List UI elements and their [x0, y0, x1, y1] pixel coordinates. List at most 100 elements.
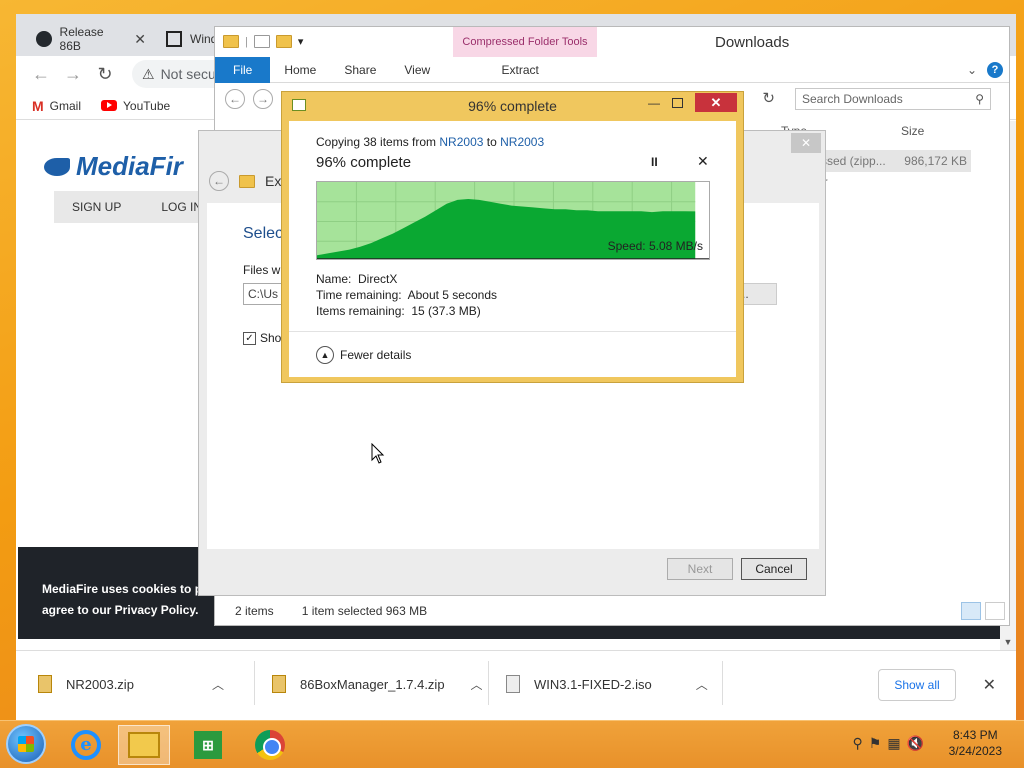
wizard-header: ← Ext: [209, 171, 285, 191]
help-icon[interactable]: ?: [987, 61, 1003, 78]
checkbox-checked-icon[interactable]: ✓: [243, 331, 256, 345]
maximize-icon[interactable]: [672, 98, 683, 108]
show-files-checkbox[interactable]: ✓ Sho: [243, 331, 281, 345]
time-value: About 5 seconds: [407, 288, 498, 302]
view-switcher: [961, 602, 1009, 620]
divider: |: [245, 35, 248, 48]
search-input[interactable]: Search Downloads ⚲: [795, 88, 991, 110]
summary-prefix: Copying 38 items from: [316, 135, 440, 149]
internet-explorer-button[interactable]: e: [60, 725, 112, 765]
tab-release[interactable]: Release 86B ✕: [26, 22, 156, 56]
chevron-up-icon[interactable]: ︿: [212, 676, 224, 693]
divider: [488, 661, 489, 705]
download-item[interactable]: NR2003.zip ︿: [38, 669, 224, 699]
new-folder-icon[interactable]: [275, 35, 292, 48]
folder-icon: [223, 35, 239, 48]
minimize-icon[interactable]: —: [648, 96, 660, 110]
institution-icon: [166, 31, 182, 47]
search-icon: ⚲: [975, 92, 984, 106]
log-in-link[interactable]: LOG IN: [161, 200, 202, 214]
ribbon-tabs: File Home Share View Extract ⌄ ?: [215, 56, 1009, 83]
fewer-details-toggle[interactable]: ▲ Fewer details: [316, 346, 411, 364]
file-row[interactable]: ssed (zipp... 986,172 KB: [817, 150, 971, 172]
security-label: Not secu: [160, 66, 216, 82]
download-name: WIN3.1-FIXED-2.iso: [534, 676, 652, 692]
store-button[interactable]: ⊞: [182, 725, 234, 765]
name-value: DirectX: [358, 272, 398, 286]
cancel-copy-icon[interactable]: ✕: [697, 153, 709, 170]
divider: [722, 661, 723, 705]
tab-extract[interactable]: Extract: [450, 57, 590, 83]
mediafire-flame-icon: [44, 157, 70, 176]
sign-up-link[interactable]: SIGN UP: [72, 200, 121, 214]
context-tab-compressed[interactable]: Compressed Folder Tools: [453, 27, 597, 57]
search-placeholder: Search Downloads: [802, 92, 903, 106]
details-view-icon[interactable]: [961, 602, 981, 620]
chevron-up-icon[interactable]: ︿: [471, 676, 483, 693]
items-label: Items remaining:: [316, 304, 405, 318]
taskbar: e ⊞ ⚲ ⚑ ▦ 🔇 8:43 PM 3/24/2023: [0, 720, 1024, 768]
cookie-text-line2[interactable]: agree to our Privacy Policy.: [42, 603, 199, 617]
close-icon[interactable]: ✕: [791, 133, 821, 153]
tab-share[interactable]: Share: [330, 57, 390, 83]
column-header-size[interactable]: Size: [901, 124, 924, 138]
next-button[interactable]: Next: [667, 558, 733, 580]
expand-ribbon-icon[interactable]: ⌄: [967, 63, 977, 77]
start-button[interactable]: [6, 724, 46, 764]
row-type: ssed (zipp...: [821, 154, 886, 168]
name-info: Name: DirectX: [316, 272, 397, 286]
tab-home[interactable]: Home: [270, 57, 330, 83]
zip-file-icon: [272, 675, 286, 693]
back-arrow-icon[interactable]: ←: [225, 89, 245, 109]
checkbox-label: Sho: [260, 331, 282, 345]
name-label: Name:: [316, 272, 352, 286]
bookmark-youtube[interactable]: YouTube: [101, 99, 170, 113]
network-icon[interactable]: ▦: [887, 735, 900, 752]
back-arrow-icon[interactable]: ←: [209, 171, 229, 191]
destination-folder-link[interactable]: NR2003: [500, 135, 544, 149]
download-item[interactable]: WIN3.1-FIXED-2.iso ︿: [506, 669, 708, 699]
forward-arrow-icon[interactable]: →: [253, 89, 273, 109]
search-icon[interactable]: ⚲: [853, 735, 863, 752]
file-explorer-icon: [128, 732, 160, 758]
system-tray: ⚲ ⚑ ▦ 🔇: [853, 735, 925, 752]
wizard-heading: Selec: [243, 225, 284, 242]
scroll-down-arrow-icon[interactable]: ▼: [1000, 634, 1016, 650]
file-explorer-button[interactable]: [118, 725, 170, 765]
close-icon[interactable]: ✕: [983, 675, 996, 695]
source-folder-link[interactable]: NR2003: [439, 135, 483, 149]
customize-arrow-icon[interactable]: ▾: [298, 35, 304, 48]
refresh-icon[interactable]: ↻: [762, 89, 775, 107]
reload-icon[interactable]: ↻: [94, 64, 116, 85]
items-info: Items remaining: 15 (37.3 MB): [316, 304, 481, 318]
pause-icon[interactable]: II: [651, 155, 658, 169]
mediafire-logo[interactable]: MediaFir: [44, 151, 183, 182]
back-arrow-icon[interactable]: ←: [30, 64, 52, 85]
dialog-titlebar: 96% complete — ✕: [282, 92, 743, 120]
tab-view[interactable]: View: [390, 57, 444, 83]
flag-icon[interactable]: ⚑: [869, 735, 882, 752]
copy-summary: Copying 38 items from NR2003 to NR2003: [316, 135, 544, 149]
download-item[interactable]: 86BoxManager_1.7.4.zip ︿: [272, 669, 483, 699]
warning-icon: ⚠: [142, 65, 155, 82]
forward-arrow-icon[interactable]: →: [62, 64, 84, 85]
clock[interactable]: 8:43 PM 3/24/2023: [949, 727, 1002, 759]
close-icon[interactable]: ✕: [695, 93, 737, 112]
properties-icon[interactable]: [253, 35, 270, 48]
show-all-button[interactable]: Show all: [878, 669, 956, 701]
cookie-text-line1: MediaFire uses cookies to pr: [42, 582, 207, 596]
large-icons-view-icon[interactable]: [985, 602, 1005, 620]
volume-muted-icon[interactable]: 🔇: [907, 735, 924, 752]
chevron-up-icon: ▲: [316, 346, 334, 364]
tab-file[interactable]: File: [215, 56, 271, 83]
chrome-button[interactable]: [244, 725, 296, 765]
youtube-icon: [101, 100, 118, 111]
item-count: 2 items: [235, 604, 274, 618]
cancel-button[interactable]: Cancel: [741, 558, 807, 580]
chevron-up-icon[interactable]: ︿: [696, 676, 708, 693]
chrome-icon: [255, 730, 285, 760]
files-label: Files wi: [243, 263, 284, 277]
bookmark-gmail[interactable]: M Gmail: [32, 98, 81, 114]
percent-complete: 96% complete: [316, 154, 412, 171]
close-tab-icon[interactable]: ✕: [134, 31, 146, 48]
